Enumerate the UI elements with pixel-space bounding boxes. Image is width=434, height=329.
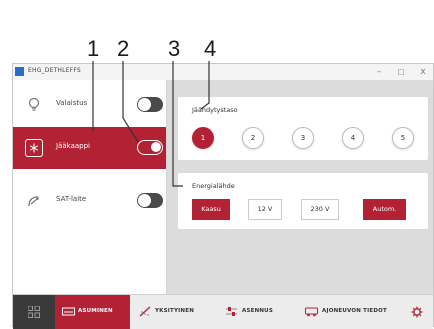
tab-private[interactable]: YKSITYINEN	[135, 295, 215, 329]
cooling-level-1-button[interactable]: 1	[192, 127, 214, 149]
cooling-level-2-button[interactable]: 2	[242, 127, 264, 149]
app-logo-icon	[15, 67, 24, 76]
toggle-knob	[151, 142, 161, 152]
cooling-level-5-button[interactable]: 5	[392, 127, 414, 149]
tab-installation[interactable]: ASENNUS	[221, 295, 293, 329]
tab-living[interactable]: ASUMINEN	[55, 295, 130, 329]
window-title: EHG_DETHLEFFS	[28, 67, 81, 74]
callout-number-3: 3	[168, 36, 181, 61]
lighting-toggle[interactable]	[137, 97, 163, 112]
sidebar-item-lighting[interactable]: Valaistus	[13, 84, 166, 126]
sidebar-item-label: Jääkaappi	[56, 142, 90, 150]
tab-vehicle-info[interactable]: AJONEUVON TIEDOT	[301, 295, 403, 329]
app-window: EHG_DETHLEFFS – □ x Valaistus Jääkaappi	[12, 63, 434, 329]
sat-toggle[interactable]	[137, 193, 163, 208]
callout-number-4: 4	[204, 36, 217, 61]
tab-vehicle-info-label: AJONEUVON TIEDOT	[322, 308, 387, 314]
energy-source-title: Energialähde	[192, 182, 235, 190]
lightbulb-icon	[28, 97, 40, 111]
equalizer-icon	[226, 307, 237, 316]
cooling-level-title: Jäähdytystaso	[192, 106, 238, 114]
grid-icon	[28, 306, 40, 318]
tab-living-label: ASUMINEN	[78, 308, 113, 314]
energy-12v-button[interactable]: 12 V	[248, 199, 282, 220]
energy-gas-button[interactable]: Kaasu	[192, 199, 230, 220]
cooling-level-panel: Jäähdytystaso 1 2 3 4 5	[178, 97, 428, 160]
sidebar-item-fridge[interactable]: Jääkaappi	[13, 127, 166, 169]
sidebar-item-sat[interactable]: SAT-laite	[13, 180, 166, 222]
maximize-button[interactable]: □	[393, 65, 409, 79]
sidebar: Valaistus Jääkaappi SAT-laite	[13, 80, 167, 294]
settings-gear-icon[interactable]	[411, 306, 423, 318]
title-bar: EHG_DETHLEFFS – □ x	[13, 64, 433, 81]
home-button[interactable]	[13, 295, 55, 329]
energy-source-panel: Energialähde Kaasu 12 V 230 V Autom.	[178, 173, 428, 229]
shower-icon	[139, 306, 151, 317]
living-area-icon	[62, 307, 75, 316]
satellite-dish-icon	[28, 196, 39, 207]
toggle-knob	[138, 194, 151, 207]
cooling-level-4-button[interactable]: 4	[342, 127, 364, 149]
snowflake-icon	[25, 139, 43, 157]
energy-230v-button[interactable]: 230 V	[301, 199, 339, 220]
callout-number-2: 2	[117, 36, 130, 61]
fridge-toggle[interactable]	[137, 140, 163, 155]
vehicle-icon	[305, 307, 318, 317]
energy-auto-button[interactable]: Autom.	[363, 199, 406, 220]
callout-number-1: 1	[87, 36, 100, 61]
close-button[interactable]: x	[415, 65, 431, 79]
bottom-navigation: ASUMINEN YKSITYINEN ASENNUS AJONEUVON TI…	[13, 294, 433, 329]
minimize-button[interactable]: –	[371, 65, 387, 79]
tab-private-label: YKSITYINEN	[155, 308, 194, 314]
toggle-knob	[138, 98, 151, 111]
sidebar-item-label: Valaistus	[56, 99, 88, 107]
tab-installation-label: ASENNUS	[242, 308, 274, 314]
sidebar-item-label: SAT-laite	[56, 195, 87, 203]
cooling-level-3-button[interactable]: 3	[292, 127, 314, 149]
